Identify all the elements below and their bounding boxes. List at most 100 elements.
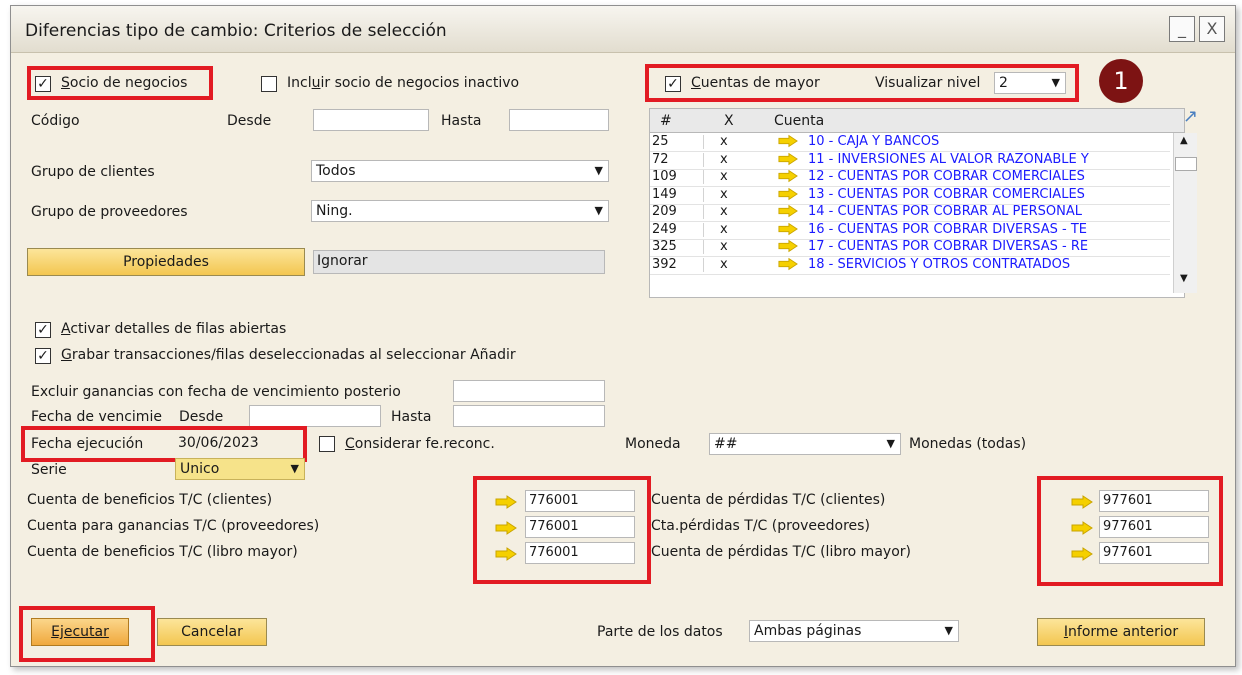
row-selected-mark[interactable]: x xyxy=(720,170,728,184)
table-row[interactable]: 149 x 13 - CUENTAS POR COBRAR COMERCIALES xyxy=(650,187,1170,202)
row-selected-mark[interactable]: x xyxy=(720,222,728,237)
minimize-button[interactable]: _ xyxy=(1169,16,1195,42)
row-number: 249 xyxy=(652,222,704,237)
inactive-checkbox[interactable] xyxy=(261,76,277,92)
per-clientes-input[interactable]: 977601 xyxy=(1099,490,1209,512)
fecha-ejec-input[interactable]: 30/06/2023 xyxy=(175,433,299,455)
codigo-desde-input[interactable] xyxy=(313,109,429,131)
link-arrow-icon[interactable] xyxy=(778,152,798,166)
informe-anterior-button[interactable]: Informe anterior xyxy=(1037,618,1205,646)
fecha-venc-hasta-input[interactable] xyxy=(453,405,605,427)
link-arrow-icon[interactable] xyxy=(778,222,798,236)
excluir-label: Excluir ganancias con fecha de vencimien… xyxy=(31,384,401,400)
excluir-input[interactable] xyxy=(453,380,605,402)
close-button[interactable]: X xyxy=(1199,16,1225,42)
step-badge: 1 xyxy=(1099,59,1143,103)
considerar-label: Considerar fe.reconc. xyxy=(345,436,495,452)
table-row[interactable]: 249 x 16 - CUENTAS POR COBRAR DIVERSAS - T… xyxy=(650,221,1170,237)
row-number: 392 xyxy=(652,257,704,272)
socio-label: Socio de negocios xyxy=(61,75,188,91)
serie-select[interactable]: Unico ▼ xyxy=(175,458,305,480)
link-arrow-icon[interactable] xyxy=(495,521,517,535)
desde-label: Desde xyxy=(227,113,272,129)
link-arrow-icon[interactable] xyxy=(495,495,517,509)
table-row[interactable]: 209 x 14 - CUENTAS POR COBRAR AL PERSONAL xyxy=(650,205,1170,219)
link-arrow-icon[interactable] xyxy=(778,169,798,183)
row-selected-mark[interactable]: x xyxy=(720,187,728,202)
parte-label: Parte de los datos xyxy=(597,624,723,640)
table-row[interactable]: 392 x 18 - SERVICIOS Y OTROS CONTRATADOS xyxy=(650,257,1170,272)
row-selected-mark[interactable]: x xyxy=(720,152,728,167)
col-header-cuenta[interactable]: Cuenta xyxy=(774,113,824,129)
col-header-x[interactable]: X xyxy=(724,113,734,129)
ben-clientes-label: Cuenta de beneficios T/C (clientes) xyxy=(27,492,273,508)
moneda-select[interactable]: ## ▼ xyxy=(709,433,901,455)
propiedades-value: Ignorar xyxy=(313,250,605,274)
table-row[interactable]: 72 x 11 - INVERSIONES AL VALOR RAZONABLE Y xyxy=(650,151,1170,167)
table-row[interactable]: 25 x 10 - CAJA Y BANCOS xyxy=(650,135,1170,149)
fecha-venc-desde-input[interactable] xyxy=(249,405,381,427)
link-arrow-icon[interactable] xyxy=(778,187,798,201)
codigo-label: Código xyxy=(31,113,80,129)
row-selected-mark[interactable]: x xyxy=(720,135,728,149)
col-header-num[interactable]: # xyxy=(660,113,672,129)
chevron-down-icon: ▼ xyxy=(1051,76,1060,89)
table-row[interactable]: 109 x 12 - CUENTAS POR COBRAR COMERCIALES xyxy=(650,170,1170,184)
row-selected-mark[interactable]: x xyxy=(720,257,728,272)
link-arrow-icon[interactable] xyxy=(1071,495,1093,509)
grupo-proveedores-select[interactable]: Ning. ▼ xyxy=(311,200,609,222)
fecha-ejec-label: Fecha ejecución xyxy=(31,436,144,452)
link-arrow-icon[interactable] xyxy=(1071,521,1093,535)
window-title: Diferencias tipo de cambio: Criterios de… xyxy=(25,21,447,41)
propiedades-button[interactable]: Propiedades xyxy=(27,248,305,276)
row-divider xyxy=(650,273,1170,275)
hasta-label: Hasta xyxy=(441,113,482,129)
row-number: 72 xyxy=(652,152,704,167)
scroll-up-icon[interactable]: ▲ xyxy=(1180,135,1188,146)
ben-libro-label: Cuenta de beneficios T/C (libro mayor) xyxy=(27,544,298,560)
row-selected-mark[interactable]: x xyxy=(720,205,728,219)
link-arrow-icon[interactable] xyxy=(778,134,798,148)
codigo-hasta-input[interactable] xyxy=(509,109,609,131)
nivel-select[interactable]: 2 ▼ xyxy=(994,72,1066,94)
row-selected-mark[interactable]: x xyxy=(720,240,728,254)
parte-select[interactable]: Ambas páginas ▼ xyxy=(749,620,959,642)
scroll-thumb[interactable] xyxy=(1175,157,1197,171)
link-arrow-icon[interactable] xyxy=(1071,547,1093,561)
grid-scrollbar[interactable]: ▲ ▼ xyxy=(1173,133,1197,293)
gan-prov-input[interactable]: 776001 xyxy=(525,516,635,538)
grupo-clientes-select[interactable]: Todos ▼ xyxy=(311,160,609,182)
expand-arrow-icon[interactable]: ↗ xyxy=(1183,106,1198,127)
link-arrow-icon[interactable] xyxy=(778,239,798,253)
activar-checkbox[interactable]: ✓ xyxy=(35,322,51,338)
row-number: 325 xyxy=(652,240,704,254)
row-number: 149 xyxy=(652,187,704,202)
nivel-label: Visualizar nivel xyxy=(875,75,981,91)
ben-clientes-input[interactable]: 776001 xyxy=(525,490,635,512)
per-prov-label: Cta.pérdidas T/C (proveedores) xyxy=(651,518,870,534)
gan-prov-label: Cuenta para ganancias T/C (proveedores) xyxy=(27,518,320,534)
considerar-checkbox[interactable] xyxy=(319,436,335,452)
chevron-down-icon: ▼ xyxy=(594,204,603,217)
row-account-name: 11 - INVERSIONES AL VALOR RAZONABLE Y xyxy=(808,151,1089,167)
socio-checkbox[interactable]: ✓ xyxy=(35,76,51,92)
row-account-name: 16 - CUENTAS POR COBRAR DIVERSAS - TE xyxy=(808,221,1087,237)
row-number: 25 xyxy=(652,135,704,149)
cancelar-button[interactable]: Cancelar xyxy=(157,618,267,646)
per-libro-input[interactable]: 977601 xyxy=(1099,542,1209,564)
chevron-down-icon: ▼ xyxy=(290,462,299,475)
ben-libro-input[interactable]: 776001 xyxy=(525,542,635,564)
link-arrow-icon[interactable] xyxy=(778,257,798,271)
link-arrow-icon[interactable] xyxy=(778,204,798,218)
table-row[interactable]: 325 x 17 - CUENTAS POR COBRAR DIVERSAS - R… xyxy=(650,240,1170,254)
activar-label: Activar detalles de filas abiertas xyxy=(61,321,287,337)
row-number: 109 xyxy=(652,170,704,184)
inactive-label: Incluir socio de negocios inactivo xyxy=(287,75,520,91)
link-arrow-icon[interactable] xyxy=(495,547,517,561)
per-prov-input[interactable]: 977601 xyxy=(1099,516,1209,538)
scroll-down-icon[interactable]: ▼ xyxy=(1180,273,1188,284)
ejecutar-button[interactable]: Ejecutar xyxy=(31,618,129,646)
per-clientes-label: Cuenta de pérdidas T/C (clientes) xyxy=(651,492,886,508)
cuentas-mayor-checkbox[interactable]: ✓ xyxy=(665,76,681,92)
grabar-checkbox[interactable]: ✓ xyxy=(35,348,51,364)
